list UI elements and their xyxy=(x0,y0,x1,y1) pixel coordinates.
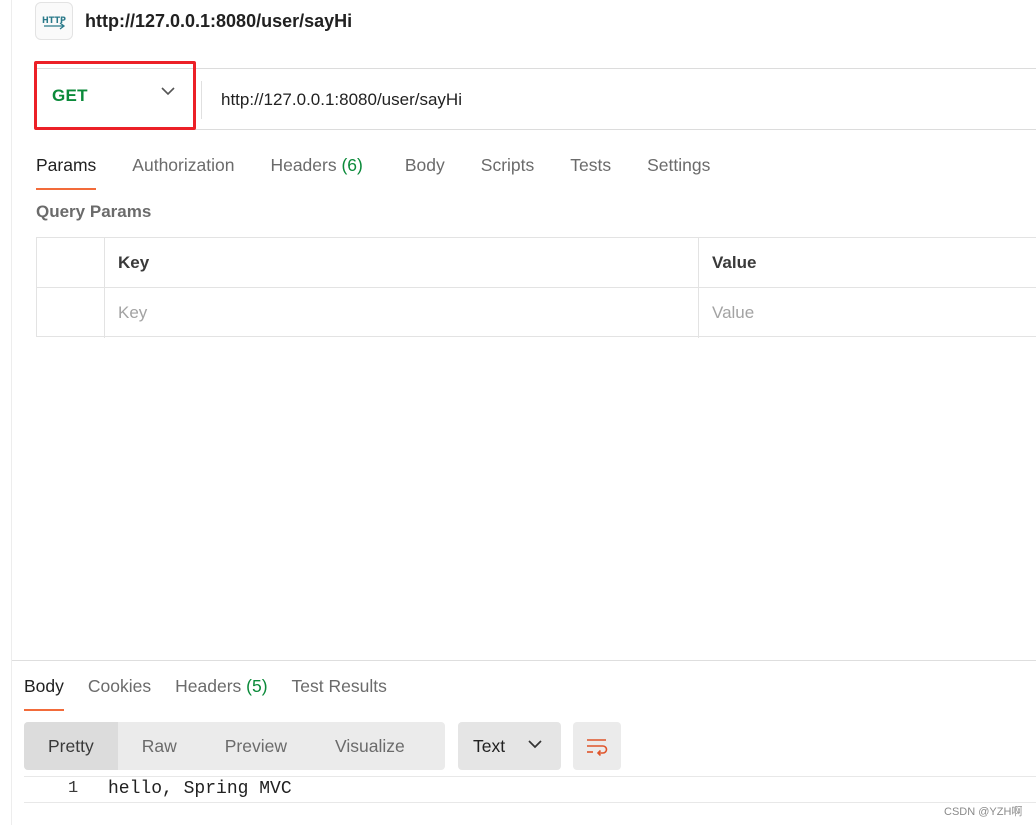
response-tabs: Body Cookies Headers (5) Test Results xyxy=(24,671,387,711)
view-raw-button[interactable]: Raw xyxy=(118,722,201,770)
http-request-icon: HTTP xyxy=(35,2,73,40)
tab-label: Tests xyxy=(570,155,612,175)
http-method-dropdown[interactable]: GET xyxy=(34,61,196,130)
tab-headers[interactable]: Headers (6) xyxy=(270,150,362,190)
url-input[interactable] xyxy=(221,83,1021,117)
key-column-header: Key xyxy=(105,238,699,288)
tab-label: Body xyxy=(404,155,445,175)
url-divider xyxy=(201,81,202,119)
view-visualize-button[interactable]: Visualize xyxy=(311,722,429,770)
request-url-bar: GET xyxy=(34,61,1036,130)
tab-label: Authorization xyxy=(132,155,235,175)
watermark: CSDN @YZH啊 xyxy=(944,806,1023,818)
request-tabs: Params Authorization Headers (6) Body Sc… xyxy=(36,150,710,190)
response-tab-test-results[interactable]: Test Results xyxy=(292,671,387,711)
format-label: Text xyxy=(473,735,506,756)
response-tab-headers[interactable]: Headers (5) xyxy=(175,671,267,711)
left-panel-edge xyxy=(0,0,12,825)
chevron-down-icon xyxy=(161,87,175,96)
key-cell xyxy=(105,288,699,338)
response-headers-count: (5) xyxy=(246,676,268,696)
tab-authorization[interactable]: Authorization xyxy=(132,150,234,190)
response-tab-cookies[interactable]: Cookies xyxy=(88,671,151,711)
wrap-lines-button[interactable] xyxy=(573,722,621,770)
row-checkbox-cell xyxy=(37,288,105,338)
table-row xyxy=(37,288,1036,338)
request-title[interactable]: http://127.0.0.1:8080/user/sayHi xyxy=(85,11,352,32)
param-key-input[interactable] xyxy=(118,298,640,328)
tab-label: Settings xyxy=(647,155,711,175)
tab-label: Scripts xyxy=(480,155,535,175)
tab-tests[interactable]: Tests xyxy=(570,150,611,190)
headers-count: (6) xyxy=(341,155,363,175)
response-format-dropdown[interactable]: Text xyxy=(458,722,561,770)
query-params-title: Query Params xyxy=(36,202,152,221)
tab-label: Params xyxy=(36,155,97,175)
query-params-table: Key Value xyxy=(36,237,1036,338)
value-column-header: Value xyxy=(712,253,757,272)
table-header-row: Key Value xyxy=(37,238,1036,288)
response-body-text: hello, Spring MVC xyxy=(108,779,292,799)
wrap-lines-icon xyxy=(587,739,608,756)
tab-label: Headers xyxy=(270,155,337,175)
chevron-down-icon xyxy=(528,740,542,749)
tab-label: Test Results xyxy=(291,676,387,696)
tab-settings[interactable]: Settings xyxy=(647,150,710,190)
response-toolbar: Pretty Raw Preview Visualize Text xyxy=(24,722,621,770)
tab-label: Cookies xyxy=(87,676,152,696)
tab-body[interactable]: Body xyxy=(405,150,445,190)
tab-params[interactable]: Params xyxy=(36,150,97,190)
param-value-input[interactable] xyxy=(712,298,1016,328)
view-pretty-button[interactable]: Pretty xyxy=(24,722,118,770)
view-mode-segmented-control: Pretty Raw Preview Visualize xyxy=(24,722,445,770)
response-body-editor[interactable]: 1 hello, Spring MVC xyxy=(24,776,1036,803)
tab-scripts[interactable]: Scripts xyxy=(481,150,534,190)
tab-label: Headers xyxy=(175,676,242,696)
response-pane-divider[interactable] xyxy=(12,660,1036,661)
checkbox-column-header xyxy=(37,238,105,288)
response-tab-body[interactable]: Body xyxy=(24,671,64,711)
tab-label: Body xyxy=(24,676,64,696)
request-title-bar: HTTP http://127.0.0.1:8080/user/sayHi xyxy=(35,2,352,40)
method-label: GET xyxy=(52,85,88,105)
value-cell xyxy=(699,288,1036,338)
view-preview-button[interactable]: Preview xyxy=(201,722,311,770)
line-number: 1 xyxy=(68,779,79,798)
